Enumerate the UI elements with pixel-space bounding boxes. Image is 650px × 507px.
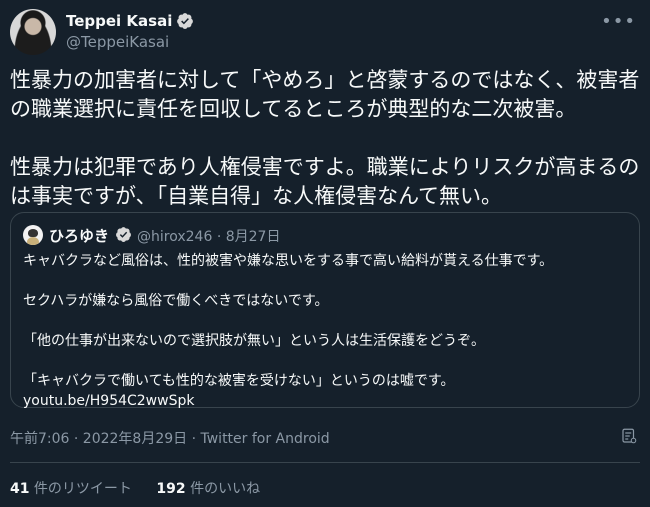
- quoted-separator: ·: [216, 229, 222, 245]
- retweet-stat[interactable]: 41 件のリツイート: [10, 478, 132, 498]
- retweet-label: 件のリツイート: [29, 481, 132, 497]
- tweet-timestamp[interactable]: 午前7:06 · 2022年8月29日 · Twitter for Androi…: [10, 428, 330, 448]
- quoted-author-avatar: [23, 225, 43, 245]
- author-avatar[interactable]: [10, 9, 56, 55]
- like-label: 件のいいね: [185, 481, 261, 497]
- quoted-verified-badge-icon: [116, 227, 131, 242]
- like-count: 192: [156, 481, 186, 497]
- quoted-handle: @hirox246: [137, 229, 213, 245]
- tweet-text: 性暴力の加害者に対して「やめろ」と啓蒙するのではなく、被害者の職業選択に責任を回…: [10, 68, 640, 208]
- divider: [10, 462, 640, 463]
- quoted-text-block: キャバクラなど風俗は、性的被害や嫌な思いをする事で高い給料が貰える仕事です。 セ…: [23, 251, 627, 411]
- quoted-link[interactable]: youtu.be/H954C2wwSpk: [23, 393, 194, 409]
- retweet-count: 41: [10, 481, 30, 497]
- analytics-icon[interactable]: [620, 427, 638, 445]
- quoted-tweet[interactable]: ひろゆき @hirox246 · 8月27日 キャバクラなど風俗は、性的被害や嫌…: [10, 212, 640, 411]
- quoted-date: 8月27日: [225, 229, 281, 245]
- author-handle[interactable]: @TeppeiKasai: [66, 33, 169, 51]
- quoted-text: キャバクラなど風俗は、性的被害や嫌な思いをする事で高い給料が貰える仕事です。 セ…: [23, 253, 554, 389]
- quoted-author-name: ひろゆき: [49, 227, 110, 245]
- tweet-stats: 41 件のリツイート 192 件のいいね: [10, 478, 280, 498]
- more-options-icon[interactable]: •••: [601, 11, 636, 32]
- verified-badge-icon: [177, 13, 193, 29]
- author-display-name[interactable]: Teppei Kasai: [66, 12, 172, 30]
- quoted-meta: @hirox246 · 8月27日: [137, 226, 280, 246]
- like-stat[interactable]: 192 件のいいね: [156, 478, 260, 498]
- tweet-header: Teppei Kasai @TeppeiKasai •••: [10, 9, 640, 55]
